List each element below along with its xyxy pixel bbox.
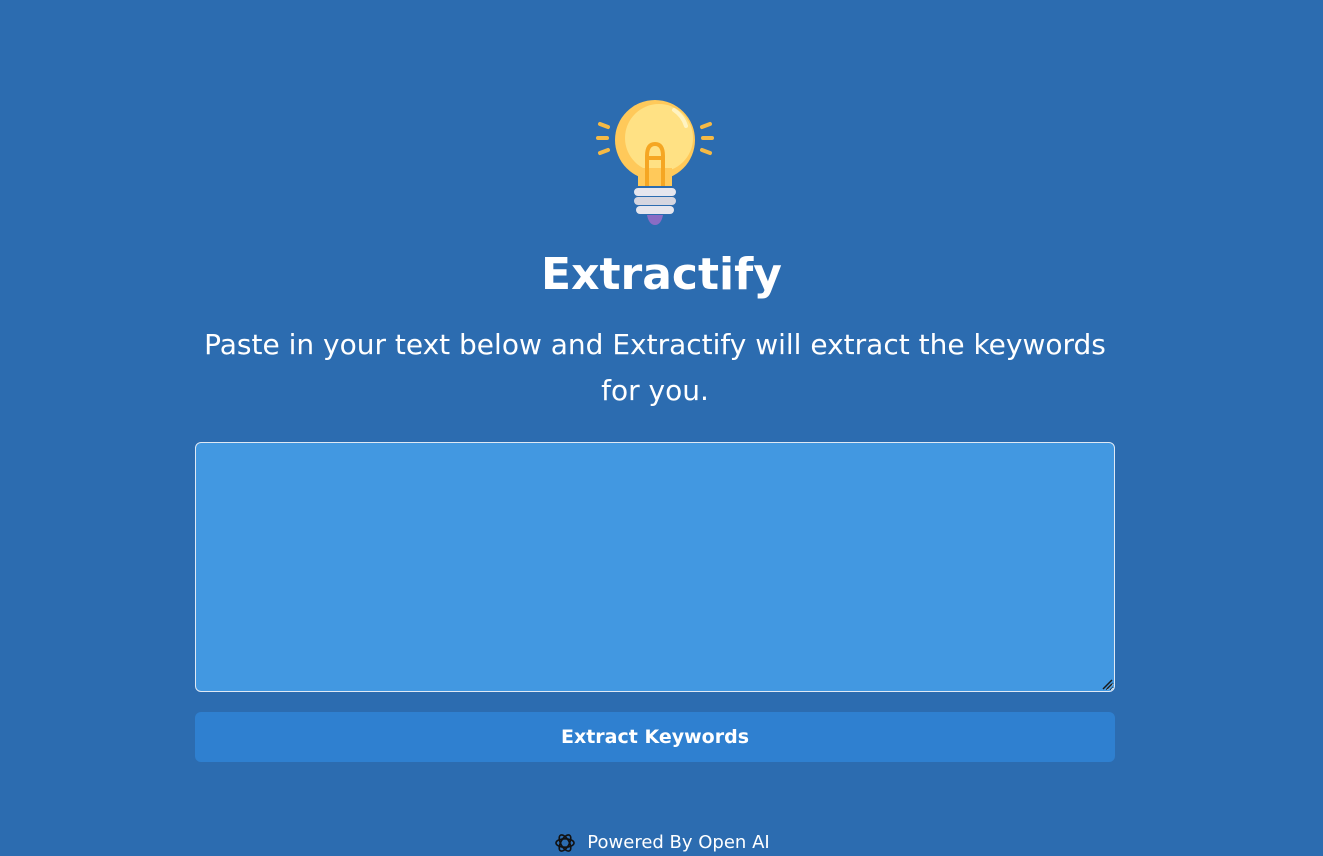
extract-keywords-button[interactable]: Extract Keywords [195,712,1115,762]
openai-icon [555,834,576,852]
page-title: Extractify [541,249,782,300]
resize-grip-icon[interactable] [1101,678,1113,690]
footer: Powered By Open AI [0,830,1323,856]
lightbulb-icon [596,100,714,225]
footer-text: Powered By Open AI [587,832,770,853]
page-subtitle: Paste in your text below and Extractify … [204,328,1106,407]
text-input[interactable] [195,442,1115,692]
